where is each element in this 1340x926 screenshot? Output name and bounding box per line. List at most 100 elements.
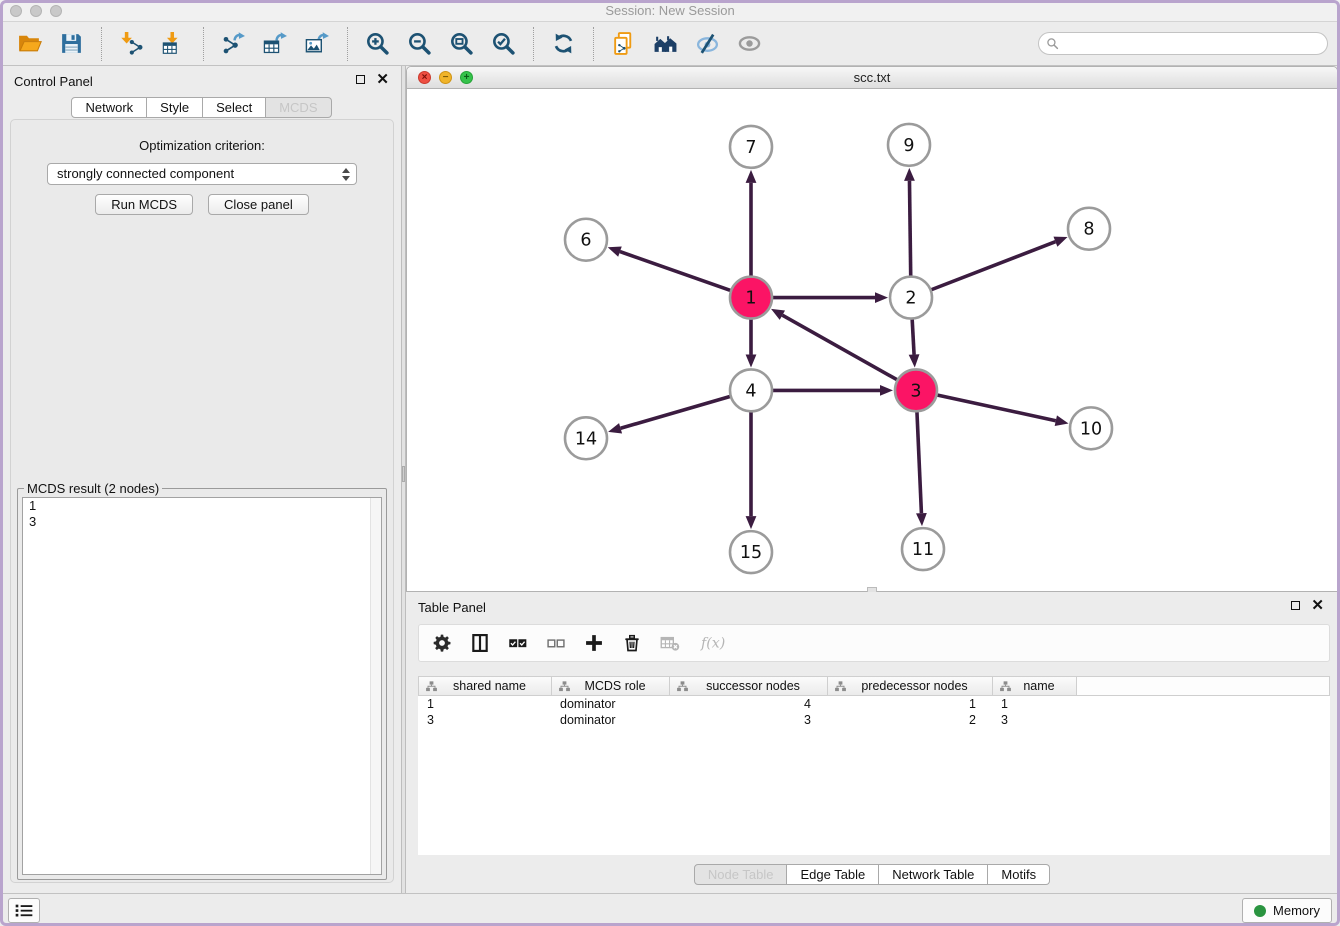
function-builder-button[interactable]: f(x) bbox=[697, 632, 735, 654]
edge-arrowhead bbox=[746, 516, 757, 529]
select-all-columns-button[interactable] bbox=[507, 632, 529, 654]
edge-arrowhead bbox=[880, 385, 893, 396]
column-header-predecessor-nodes[interactable]: predecessor nodes bbox=[828, 677, 993, 695]
result-scrollbar[interactable] bbox=[370, 498, 381, 874]
memory-button[interactable]: Memory bbox=[1242, 898, 1332, 923]
table-cell[interactable]: 3 bbox=[669, 712, 827, 728]
table-cell[interactable]: 1 bbox=[418, 696, 551, 712]
edge-3-1[interactable] bbox=[782, 315, 897, 380]
edge-3-10[interactable] bbox=[937, 395, 1056, 421]
table-row[interactable]: 1dominator411 bbox=[418, 696, 1330, 712]
edge-2-3[interactable] bbox=[912, 319, 914, 355]
column-header-mcds-role[interactable]: MCDS role bbox=[552, 677, 670, 695]
run-mcds-button[interactable]: Run MCDS bbox=[95, 194, 193, 215]
zoom-fit-button[interactable] bbox=[448, 30, 475, 57]
export-network-button[interactable] bbox=[220, 30, 247, 57]
graph-node-10[interactable]: 10 bbox=[1070, 407, 1112, 449]
unselect-all-columns-button[interactable] bbox=[545, 632, 567, 654]
network-window-title: scc.txt bbox=[407, 67, 1337, 89]
network-minimize-icon[interactable]: − bbox=[439, 71, 452, 84]
refresh-button[interactable] bbox=[550, 30, 577, 57]
export-image-button[interactable] bbox=[304, 30, 331, 57]
network-close-icon[interactable]: × bbox=[418, 71, 431, 84]
table-cell[interactable]: 2 bbox=[827, 712, 992, 728]
network-graph[interactable]: 7 9 6 8 1 2 4 3 14 10 15 11 bbox=[407, 89, 1337, 591]
network-canvas[interactable]: 7 9 6 8 1 2 4 3 14 10 15 11 bbox=[407, 89, 1337, 591]
tab-mcds[interactable]: MCDS bbox=[266, 97, 331, 118]
open-session-button[interactable] bbox=[16, 30, 43, 57]
edge-2-8[interactable] bbox=[931, 242, 1056, 290]
settings-button[interactable] bbox=[431, 632, 453, 654]
close-panel-button[interactable]: Close panel bbox=[208, 194, 309, 215]
table-cell[interactable]: dominator bbox=[551, 696, 669, 712]
tab-style[interactable]: Style bbox=[147, 97, 203, 118]
network-window-titlebar[interactable]: × − + scc.txt bbox=[407, 67, 1337, 89]
show-panel-button[interactable] bbox=[736, 30, 763, 57]
tab-node-table[interactable]: Node Table bbox=[694, 864, 788, 885]
control-panel-float-icon[interactable] bbox=[356, 75, 365, 84]
tab-motifs[interactable]: Motifs bbox=[988, 864, 1050, 885]
graph-node-6[interactable]: 6 bbox=[565, 219, 607, 261]
table-cell[interactable]: dominator bbox=[551, 712, 669, 728]
add-column-button[interactable] bbox=[583, 632, 605, 654]
graph-node-9[interactable]: 9 bbox=[888, 124, 930, 166]
home-icon bbox=[653, 31, 678, 56]
edge-4-14[interactable] bbox=[621, 396, 731, 428]
edge-3-11[interactable] bbox=[917, 411, 921, 513]
tab-network-table[interactable]: Network Table bbox=[879, 864, 988, 885]
import-table-button[interactable] bbox=[160, 30, 187, 57]
column-header-name[interactable]: name bbox=[993, 677, 1077, 695]
toolbar-group bbox=[347, 27, 533, 61]
hide-panel-button[interactable] bbox=[694, 30, 721, 57]
graph-node-7[interactable]: 7 bbox=[730, 126, 772, 168]
column-panel-button[interactable] bbox=[469, 632, 491, 654]
table-row[interactable]: 3dominator323 bbox=[418, 712, 1330, 728]
table-cell[interactable]: 1 bbox=[992, 696, 1076, 712]
table-cell[interactable]: 3 bbox=[992, 712, 1076, 728]
column-header-successor-nodes[interactable]: successor nodes bbox=[670, 677, 828, 695]
table-toolbar: f(x) bbox=[418, 624, 1330, 662]
graph-node-11[interactable]: 11 bbox=[902, 528, 944, 570]
delete-column-button[interactable] bbox=[621, 632, 643, 654]
graph-node-2[interactable]: 2 bbox=[890, 277, 932, 319]
column-header-shared-name[interactable]: shared name bbox=[419, 677, 552, 695]
column-header-label: MCDS role bbox=[571, 679, 669, 693]
task-history-button[interactable] bbox=[8, 898, 40, 923]
zoom-window-icon[interactable] bbox=[50, 5, 62, 17]
import-network-button[interactable] bbox=[118, 30, 145, 57]
tab-network[interactable]: Network bbox=[71, 97, 147, 118]
mcds-result-list[interactable]: 13 bbox=[22, 497, 382, 875]
tab-edge-table[interactable]: Edge Table bbox=[787, 864, 879, 885]
tab-select[interactable]: Select bbox=[203, 97, 266, 118]
graph-node-8[interactable]: 8 bbox=[1068, 208, 1110, 250]
zoom-in-button[interactable] bbox=[364, 30, 391, 57]
table-cell[interactable]: 4 bbox=[669, 696, 827, 712]
clone-network-button[interactable] bbox=[610, 30, 637, 57]
graph-node-1[interactable]: 1 bbox=[730, 277, 772, 319]
optimization-criterion-select[interactable]: strongly connected component bbox=[47, 163, 357, 185]
zoom-out-button[interactable] bbox=[406, 30, 433, 57]
memory-label: Memory bbox=[1273, 903, 1320, 918]
graph-node-3[interactable]: 3 bbox=[895, 369, 937, 411]
table-cell[interactable]: 1 bbox=[827, 696, 992, 712]
control-panel-close-icon[interactable]: ✕ bbox=[376, 74, 389, 85]
edge-1-6[interactable] bbox=[620, 252, 731, 291]
search-input[interactable] bbox=[1059, 33, 1327, 54]
delete-table-button[interactable] bbox=[659, 632, 681, 654]
close-window-icon[interactable] bbox=[10, 5, 22, 17]
edge-2-9[interactable] bbox=[909, 181, 910, 277]
zoom-selected-button[interactable] bbox=[490, 30, 517, 57]
minimize-window-icon[interactable] bbox=[30, 5, 42, 17]
table-panel-float-icon[interactable] bbox=[1291, 601, 1300, 610]
save-session-button[interactable] bbox=[58, 30, 85, 57]
graph-node-15[interactable]: 15 bbox=[730, 531, 772, 573]
table-cell[interactable]: 3 bbox=[418, 712, 551, 728]
network-zoom-icon[interactable]: + bbox=[460, 71, 473, 84]
export-table-button[interactable] bbox=[262, 30, 289, 57]
home-button[interactable] bbox=[652, 30, 679, 57]
splitter-grip[interactable] bbox=[402, 466, 405, 482]
graph-node-14[interactable]: 14 bbox=[565, 417, 607, 459]
node-label: 8 bbox=[1083, 220, 1094, 240]
graph-node-4[interactable]: 4 bbox=[730, 369, 772, 411]
table-panel-close-icon[interactable]: ✕ bbox=[1311, 600, 1324, 611]
